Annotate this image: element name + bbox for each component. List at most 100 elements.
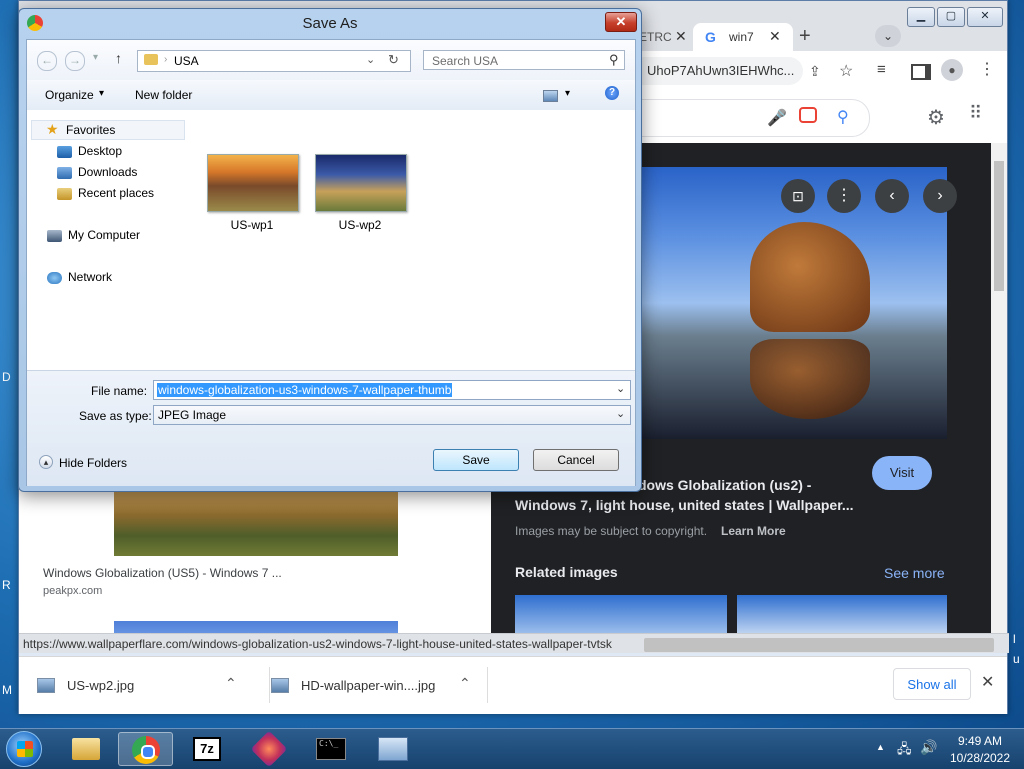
voice-search-icon[interactable]: 🎤 (767, 108, 787, 128)
nav-favorites[interactable]: ★ Favorites (31, 120, 185, 140)
nav-downloads-label: Downloads (78, 165, 138, 179)
reading-list-icon[interactable]: ≡ (877, 61, 886, 78)
network-status-icon[interactable]: 🖧 (897, 740, 912, 762)
search-input[interactable]: Search USA (423, 50, 625, 70)
taskbar-app[interactable] (242, 730, 297, 768)
lens-camera-icon[interactable] (799, 107, 817, 123)
google-apps-grid-icon[interactable]: ⠿ (969, 103, 982, 124)
maximize-button[interactable]: ▢ (937, 7, 965, 27)
new-tab-plus-icon[interactable]: + (799, 25, 811, 48)
tab-close-icon[interactable]: ✕ (675, 28, 687, 45)
up-arrow-icon[interactable]: ↑ (115, 50, 122, 66)
result-card-source[interactable]: peakpx.com (43, 585, 102, 597)
omnibox[interactable]: UhoP7AhUwn3IEHWhc... (619, 57, 803, 85)
file-item[interactable]: US-wp1 (207, 154, 299, 232)
google-search-box[interactable]: 🎤 ⚲ (619, 99, 870, 137)
search-icon[interactable]: ⚲ (837, 107, 849, 127)
new-folder-button[interactable]: New folder (135, 88, 192, 102)
profile-avatar-icon[interactable]: ● (941, 59, 963, 81)
volume-icon[interactable]: 🔊 (920, 739, 937, 756)
dialog-close-button[interactable]: ✕ (605, 12, 637, 32)
nav-network[interactable]: Network (47, 270, 112, 284)
scrollbar-thumb[interactable] (994, 161, 1004, 291)
forward-arrow-icon[interactable]: → (65, 51, 85, 71)
tab-win7[interactable]: G win7 ✕ (693, 23, 793, 51)
google-g-icon: G (705, 29, 716, 45)
view-chevron-icon[interactable]: ▾ (565, 88, 570, 99)
result-title-line2[interactable]: Windows 7, light house, united states | … (515, 497, 854, 513)
download-item[interactable]: HD-wallpaper-win....jpg ⌃ (271, 675, 491, 697)
nav-my-computer[interactable]: My Computer (47, 228, 140, 242)
related-image-1[interactable] (515, 595, 727, 638)
close-window-button[interactable]: ✕ (967, 7, 1003, 27)
result-thumb-frame (39, 488, 471, 556)
show-hidden-icons-chevron-icon[interactable]: ▲ (876, 742, 885, 752)
show-all-button[interactable]: Show all (893, 668, 971, 700)
learn-more-link[interactable]: Learn More (721, 524, 786, 538)
nav-desktop[interactable]: Desktop (57, 144, 122, 158)
tab-search-chevron-icon[interactable]: ⌄ (875, 25, 901, 47)
file-name-input[interactable]: windows-globalization-us3-windows-7-wall… (153, 380, 631, 400)
save-type-select[interactable]: JPEG Image ⌄ (153, 405, 631, 425)
hide-folders-button[interactable]: Hide Folders (59, 456, 127, 470)
tab-close-icon[interactable]: ✕ (769, 28, 781, 45)
taskbar-chrome[interactable] (118, 732, 173, 766)
close-shelf-icon[interactable]: ✕ (981, 672, 994, 692)
cancel-button[interactable]: Cancel (533, 449, 619, 471)
taskbar-command-prompt[interactable]: C:\_ (304, 732, 359, 766)
clock-time[interactable]: 9:49 AM (948, 734, 1012, 748)
dialog-title: Save As (302, 15, 358, 32)
previous-image-icon[interactable]: ‹ (875, 179, 909, 213)
file-thumbnail (315, 154, 407, 212)
taskbar-explorer[interactable] (58, 732, 113, 766)
chevron-down-icon[interactable]: ⌄ (616, 407, 625, 420)
organize-menu[interactable]: Organize (45, 88, 94, 102)
chevron-up-icon[interactable]: ⌃ (459, 675, 471, 692)
tab-win7-label: win7 (729, 30, 754, 44)
nav-downloads[interactable]: Downloads (57, 165, 137, 179)
bookmark-star-icon[interactable]: ☆ (839, 61, 853, 81)
settings-gear-icon[interactable]: ⚙ (927, 105, 945, 130)
share-icon[interactable]: ⇪ (809, 63, 821, 80)
desktop-icon (57, 145, 72, 158)
nav-recent-places[interactable]: Recent places (57, 186, 154, 200)
lens-search-icon[interactable]: ⊡ (781, 179, 815, 213)
horizontal-scrollbar[interactable] (644, 638, 994, 652)
address-toolbar: ← → ▾ ↑ › USA ⌄ ↻ Search USA ⚲ (27, 40, 635, 80)
minimize-button[interactable]: ▁ (907, 7, 935, 27)
search-icon[interactable]: ⚲ (609, 52, 619, 68)
download-divider (269, 667, 270, 703)
taskbar-control-panel[interactable] (366, 732, 421, 766)
refresh-icon[interactable]: ↻ (388, 52, 399, 68)
related-image-2[interactable] (737, 595, 947, 638)
chevron-down-icon[interactable]: ⌄ (616, 382, 625, 395)
taskbar-7zip[interactable]: 7z (180, 732, 235, 766)
help-icon[interactable]: ? (605, 86, 619, 100)
clock-date[interactable]: 10/28/2022 (948, 751, 1012, 765)
hide-folders-chevron-icon[interactable]: ▴ (39, 455, 53, 469)
command-prompt-icon: C:\_ (316, 738, 346, 760)
download-item-name: HD-wallpaper-win....jpg (301, 678, 436, 693)
view-options-icon[interactable] (543, 90, 558, 102)
save-button[interactable]: Save (433, 449, 519, 471)
chevron-down-icon[interactable]: ⌄ (366, 53, 375, 66)
history-dropdown-icon[interactable]: ▾ (93, 52, 98, 63)
start-button[interactable] (6, 731, 42, 767)
more-options-icon[interactable]: ⋮ (827, 179, 861, 213)
back-arrow-icon[interactable]: ← (37, 51, 57, 71)
next-image-icon[interactable]: › (923, 179, 957, 213)
organize-chevron-icon[interactable]: ▾ (99, 88, 104, 99)
computer-icon (47, 229, 62, 242)
result-card-title[interactable]: Windows Globalization (US5) - Windows 7 … (43, 566, 282, 580)
address-field[interactable]: › USA ⌄ ↻ (137, 50, 411, 72)
chevron-up-icon[interactable]: ⌃ (225, 675, 237, 692)
see-more-link[interactable]: See more (884, 565, 945, 581)
visit-button[interactable]: Visit (872, 456, 932, 490)
file-item[interactable]: US-wp2 (315, 154, 407, 232)
download-item[interactable]: US-wp2.jpg ⌃ (37, 675, 257, 697)
result-title-line1[interactable]: dows Globalization (us2) - (638, 477, 811, 493)
side-panel-icon[interactable] (911, 64, 931, 80)
page-scrollbar[interactable] (991, 143, 1007, 638)
chrome-menu-icon[interactable]: ⋮ (979, 59, 995, 79)
recent-places-icon (57, 187, 72, 200)
